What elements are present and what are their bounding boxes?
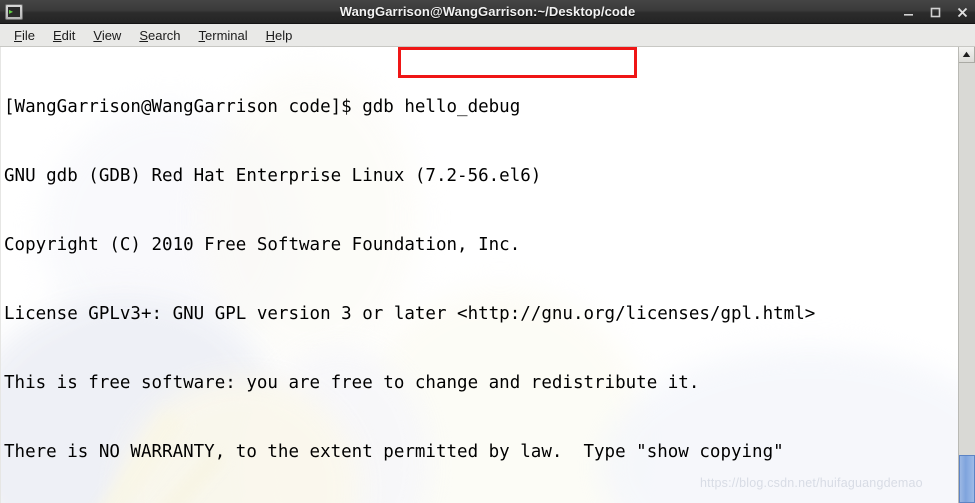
window-controls <box>902 0 969 24</box>
terminal-output-area[interactable]: [WangGarrison@WangGarrison code]$ gdb he… <box>0 47 958 503</box>
window-title: WangGarrison@WangGarrison:~/Desktop/code <box>339 4 636 19</box>
terminal-line: Copyright (C) 2010 Free Software Foundat… <box>4 235 521 255</box>
terminal-line: There is NO WARRANTY, to the extent perm… <box>4 442 784 462</box>
terminal-line: [WangGarrison@WangGarrison code]$ gdb he… <box>4 97 521 117</box>
scroll-up-arrow-icon[interactable] <box>959 47 975 63</box>
terminal-text: [WangGarrison@WangGarrison code]$ gdb he… <box>4 50 958 503</box>
close-icon[interactable] <box>956 6 969 19</box>
title-bar[interactable]: WangGarrison@WangGarrison:~/Desktop/code <box>0 0 975 24</box>
maximize-icon[interactable] <box>929 6 942 19</box>
terminal-icon <box>5 3 23 20</box>
menu-item-view[interactable]: View <box>84 26 130 45</box>
terminal-left-edge <box>0 47 1 503</box>
terminal-line: This is free software: you are free to c… <box>4 373 700 393</box>
terminal-line: GNU gdb (GDB) Red Hat Enterprise Linux (… <box>4 166 542 186</box>
menu-item-search[interactable]: Search <box>130 26 189 45</box>
menu-bar: File Edit View Search Terminal Help <box>0 24 975 47</box>
menu-item-terminal[interactable]: Terminal <box>190 26 257 45</box>
menu-item-file[interactable]: File <box>5 26 44 45</box>
menu-item-help[interactable]: Help <box>257 26 302 45</box>
scrollbar-track[interactable] <box>959 63 975 503</box>
scrollbar-thumb[interactable] <box>959 455 975 503</box>
terminal-line: License GPLv3+: GNU GPL version 3 or lat… <box>4 304 816 324</box>
menu-item-edit[interactable]: Edit <box>44 26 84 45</box>
minimize-icon[interactable] <box>902 6 915 19</box>
terminal-window: WangGarrison@WangGarrison:~/Desktop/code… <box>0 0 975 503</box>
vertical-scrollbar[interactable] <box>958 47 975 503</box>
watermark-text: https://blog.csdn.net/huifaguangdemao <box>700 476 923 490</box>
